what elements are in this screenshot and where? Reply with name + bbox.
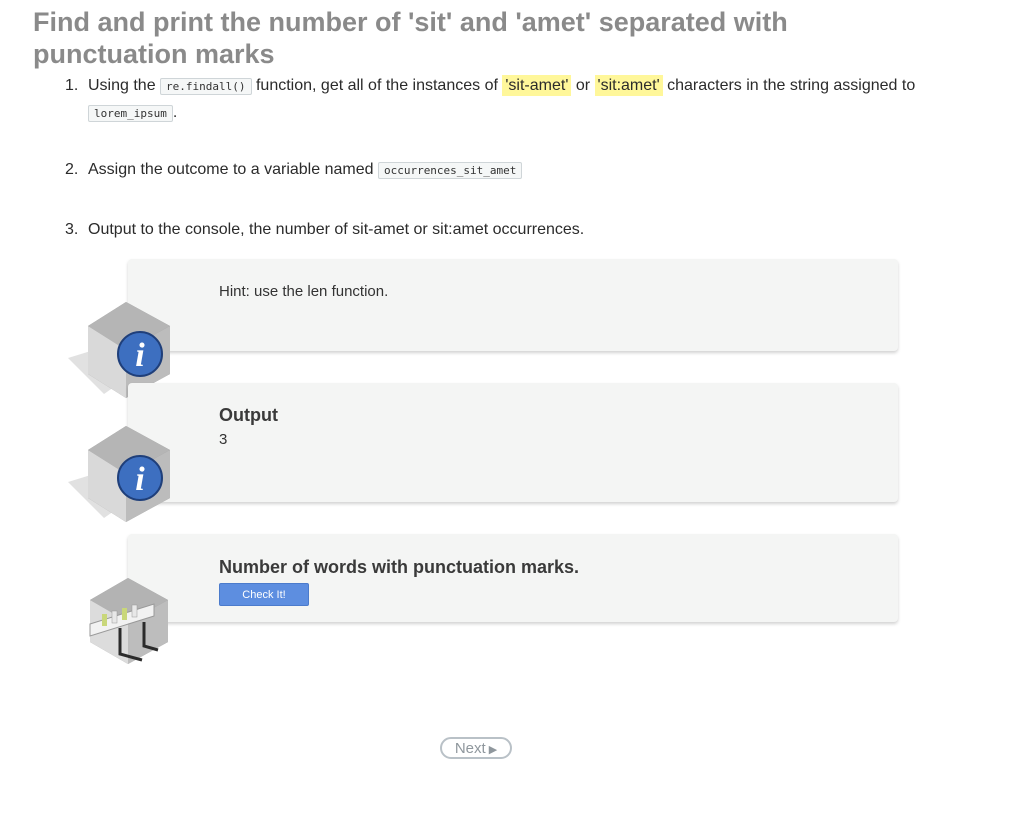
output-value: 3 xyxy=(219,431,228,448)
code-lorem-ipsum: lorem_ipsum xyxy=(88,105,173,122)
step-text: . xyxy=(172,104,178,121)
next-button[interactable]: Next ▶ xyxy=(440,737,512,759)
step-1: 1. Using the re.findall() function, get a… xyxy=(65,74,965,126)
step-text: characters in the string assigned to xyxy=(667,77,916,94)
step-text: Output to the console, the number of sit… xyxy=(88,221,585,238)
step-3: 3. Output to the console, the number of s… xyxy=(65,218,965,242)
check-card: Number of words with punctuation marks. … xyxy=(128,534,898,622)
code-findall: re.findall() xyxy=(160,78,252,95)
page-title: Find and print the number of 'sit' and '… xyxy=(33,7,788,69)
check-heading: Number of words with punctuation marks. xyxy=(219,557,580,577)
test-tubes-icon xyxy=(89,578,168,664)
play-arrow-icon: ▶ xyxy=(488,743,498,756)
hint-text: Hint: use the len function. xyxy=(219,283,389,300)
output-heading: Output xyxy=(219,405,278,425)
step-text: Using the xyxy=(88,77,156,94)
step-text: function, get all of the instances of xyxy=(255,77,498,94)
step-2: 2. Assign the outcome to a variable named… xyxy=(65,158,965,183)
highlight-sit-amet: 'sit-amet' xyxy=(502,75,572,96)
code-variable-name: occurrences_sit_amet xyxy=(377,162,523,179)
highlight-sit-colon-amet: 'sit:amet' xyxy=(594,75,663,96)
info-icon: i xyxy=(68,426,170,522)
next-label: Next xyxy=(454,739,486,757)
output-card: Output 3 xyxy=(128,383,898,502)
check-it-button[interactable]: Check It! xyxy=(219,583,309,606)
step-text: or xyxy=(575,77,591,94)
step-text: Assign the outcome to a variable named xyxy=(88,161,374,178)
hint-card: Hint: use the len function. xyxy=(128,259,898,351)
step-number: 3. xyxy=(65,221,79,238)
step-number: 2. xyxy=(65,161,79,178)
svg-text:i: i xyxy=(135,337,145,374)
svg-text:i: i xyxy=(135,461,145,498)
step-number: 1. xyxy=(65,77,79,94)
